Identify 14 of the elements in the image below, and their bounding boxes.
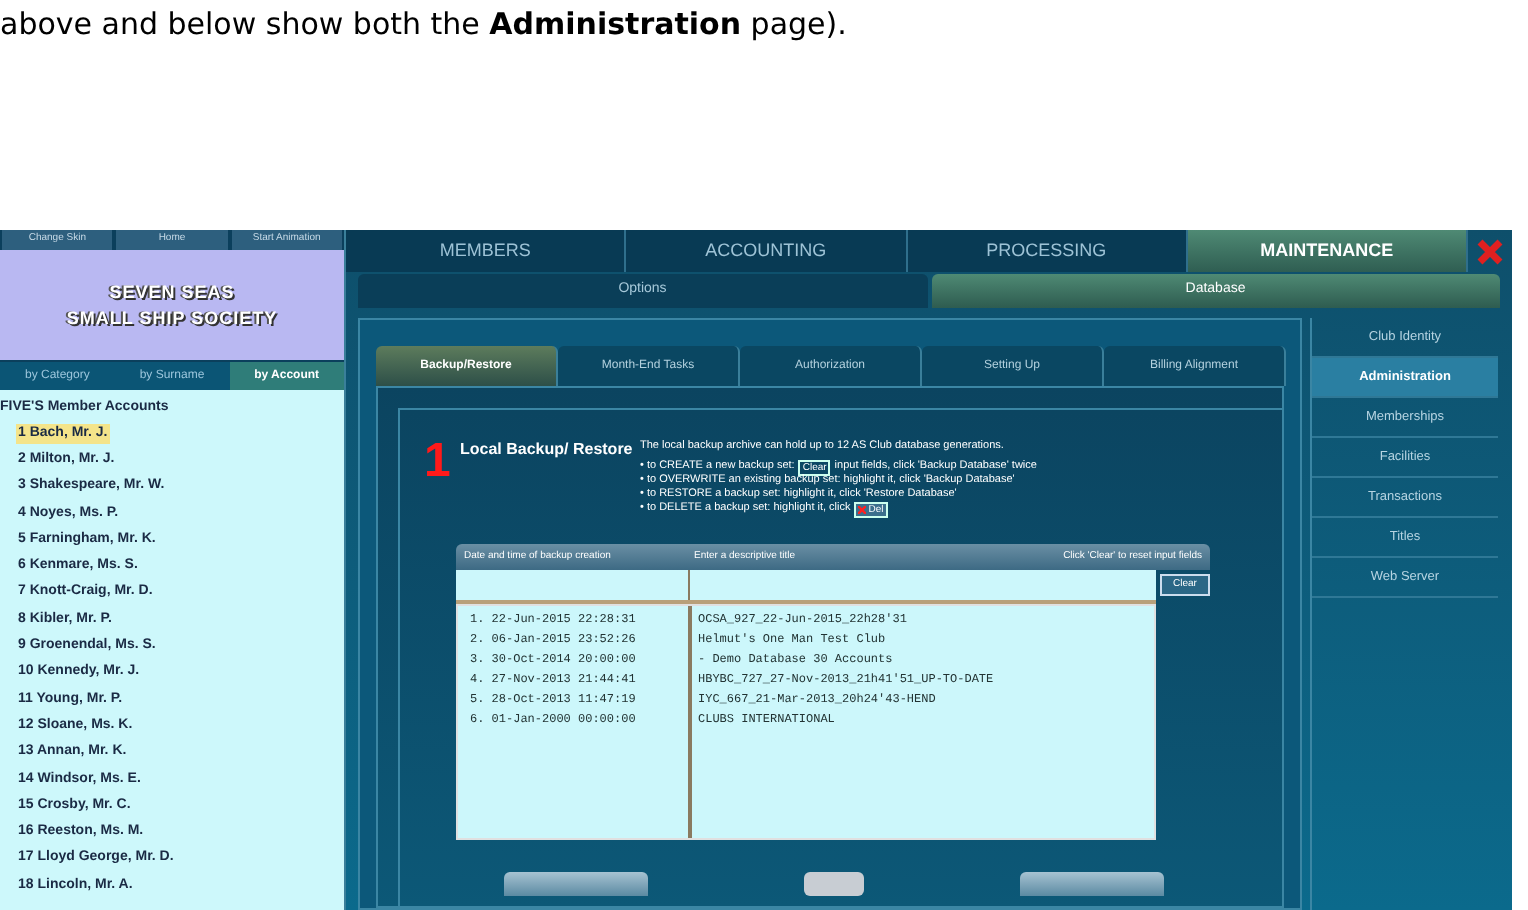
x-icon <box>858 505 867 513</box>
close-icon[interactable] <box>1476 237 1504 265</box>
tab[interactable]: ACCOUNTING <box>626 230 907 272</box>
intro-sentence: above and below show both the Administration page). <box>0 4 849 46</box>
tab[interactable]: MEMBERS <box>346 230 627 272</box>
tab[interactable]: PROCESSING <box>907 230 1188 272</box>
tab[interactable]: MAINTENANCE <box>1187 230 1468 272</box>
section-title: Local Backup/ Restore <box>460 438 635 462</box>
action-button[interactable] <box>1020 872 1164 896</box>
logo-text: SEVEN SEAS <box>109 279 235 305</box>
action-button[interactable] <box>504 872 648 896</box>
logo-text: SMALL SHIP SOCIETY <box>66 305 278 331</box>
step-number: 1 <box>424 438 453 492</box>
backup-list[interactable] <box>456 604 1156 840</box>
